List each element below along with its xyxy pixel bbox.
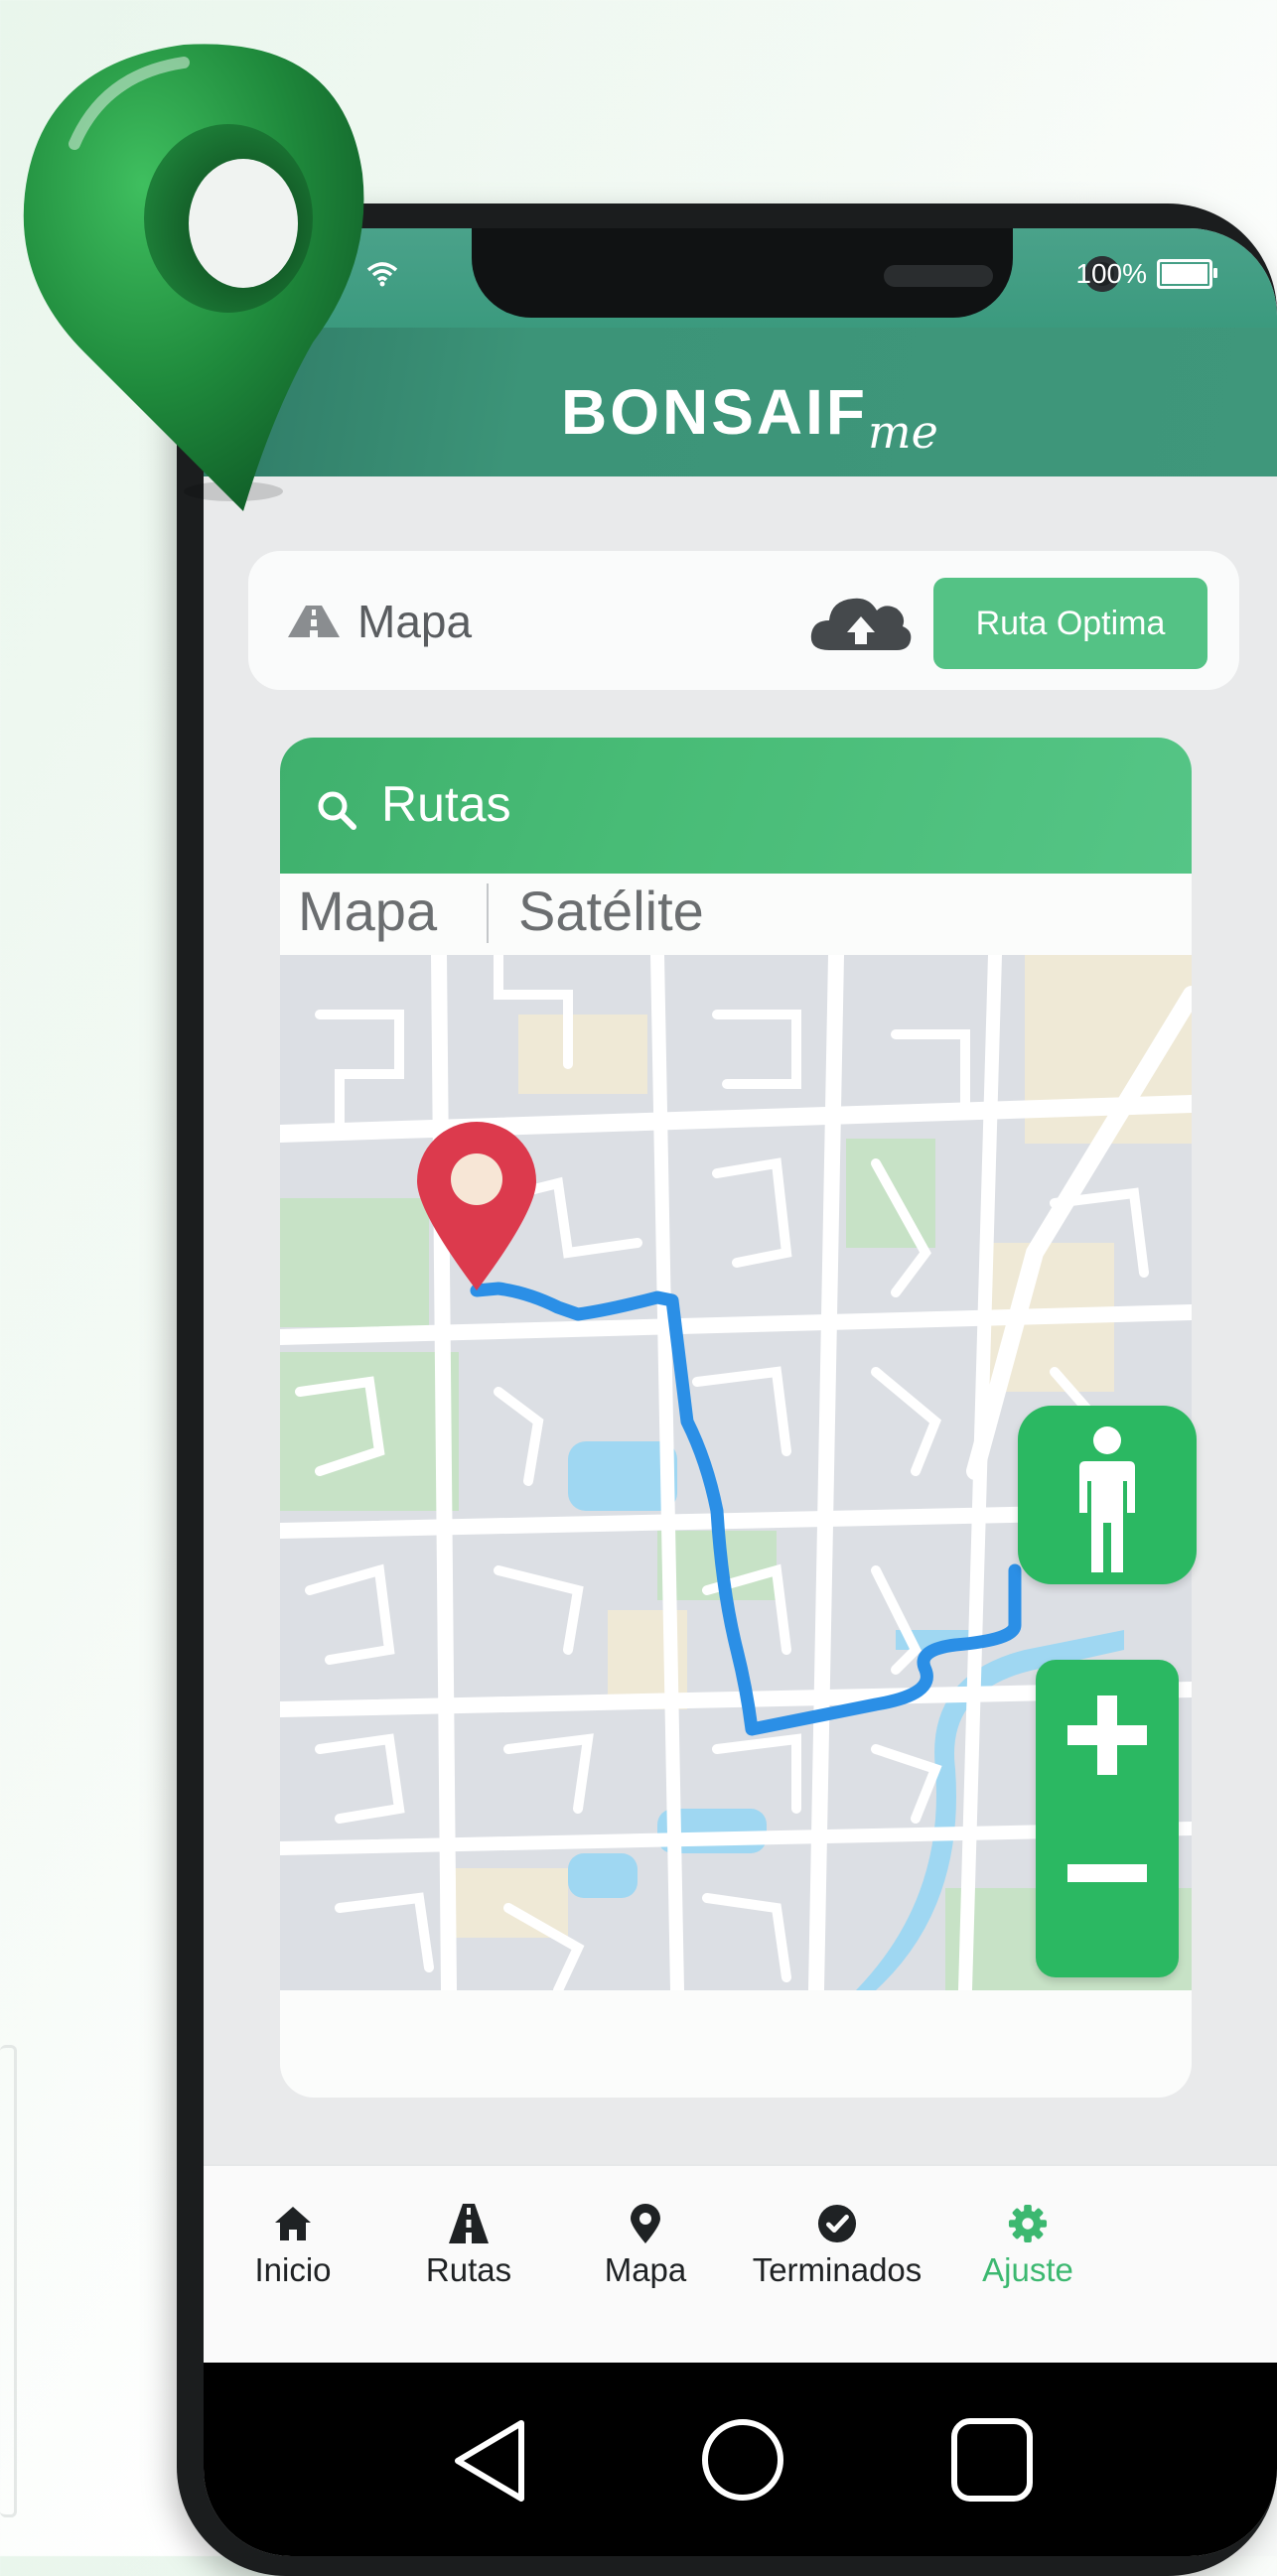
- nav-label-ajuste: Ajuste: [982, 2251, 1073, 2288]
- app-logo: BONSAIFme: [561, 375, 938, 459]
- nav-label-mapa: Mapa: [604, 2251, 687, 2288]
- home-circle-icon[interactable]: [700, 2417, 785, 2503]
- recents-icon[interactable]: [950, 2417, 1034, 2503]
- status-battery: 100%: [1075, 258, 1217, 290]
- map-type-tabs: Mapa Satélite: [280, 874, 1192, 955]
- home-icon: [275, 2207, 311, 2240]
- map-toolbar: Mapa Ruta Optima: [248, 551, 1239, 690]
- gear-icon: [1008, 2204, 1048, 2243]
- cloud-upload-icon[interactable]: [809, 593, 913, 650]
- phone-notch: [472, 228, 1120, 318]
- zoom-controls: [1036, 1660, 1179, 1977]
- search-icon: [318, 791, 356, 830]
- toolbar-label: Mapa: [357, 596, 473, 647]
- phone-screen-bezel: ne 100% BONSAIFme: [204, 228, 1277, 2556]
- nav-label-terminados: Terminados: [752, 2251, 922, 2288]
- person-icon: [1079, 1426, 1135, 1572]
- zoom-out-button[interactable]: [1036, 1809, 1179, 1958]
- nav-item-terminados[interactable]: Terminados: [723, 2204, 951, 2289]
- app-title: BONSAIF: [561, 376, 868, 448]
- routes-card-title: Rutas: [381, 776, 511, 832]
- road-icon: [288, 606, 340, 637]
- nav-item-mapa[interactable]: Mapa: [546, 2204, 745, 2289]
- minus-icon: [1067, 1864, 1147, 1882]
- check-circle-icon: [817, 2204, 857, 2243]
- nav-item-inicio[interactable]: Inicio: [204, 2204, 392, 2289]
- battery-icon: [1157, 259, 1217, 289]
- system-navigation-bar: [204, 2363, 1277, 2556]
- zoom-in-button[interactable]: [1036, 1660, 1179, 1809]
- map-pin-icon: [631, 2204, 660, 2243]
- app-title-suffix: me: [868, 405, 938, 459]
- speaker-grille: [884, 265, 993, 287]
- tab-divider: [487, 883, 489, 943]
- plus-icon: [1067, 1695, 1147, 1775]
- tab-satellite[interactable]: Satélite: [518, 879, 704, 943]
- nav-label-rutas: Rutas: [425, 2251, 512, 2288]
- app-screen: ne 100% BONSAIFme: [204, 228, 1277, 2556]
- nav-item-rutas[interactable]: Rutas: [369, 2204, 568, 2289]
- nav-item-ajuste[interactable]: Ajuste: [928, 2204, 1127, 2289]
- optimal-route-button[interactable]: Ruta Optima: [933, 578, 1207, 669]
- bottom-navigation: Inicio Rutas Mapa Terminados Ajuste: [204, 2164, 1277, 2365]
- person-icon-button[interactable]: [1018, 1406, 1197, 1584]
- battery-percent: 100%: [1075, 258, 1147, 289]
- tab-map[interactable]: Mapa: [298, 879, 437, 943]
- routes-card-header[interactable]: Rutas: [280, 738, 1192, 874]
- location-pin-logo: [23, 44, 364, 511]
- background-frame-bottom: [0, 2045, 17, 2517]
- nav-label-inicio: Inicio: [254, 2251, 332, 2288]
- back-icon[interactable]: [450, 2417, 529, 2505]
- road-icon: [449, 2204, 489, 2243]
